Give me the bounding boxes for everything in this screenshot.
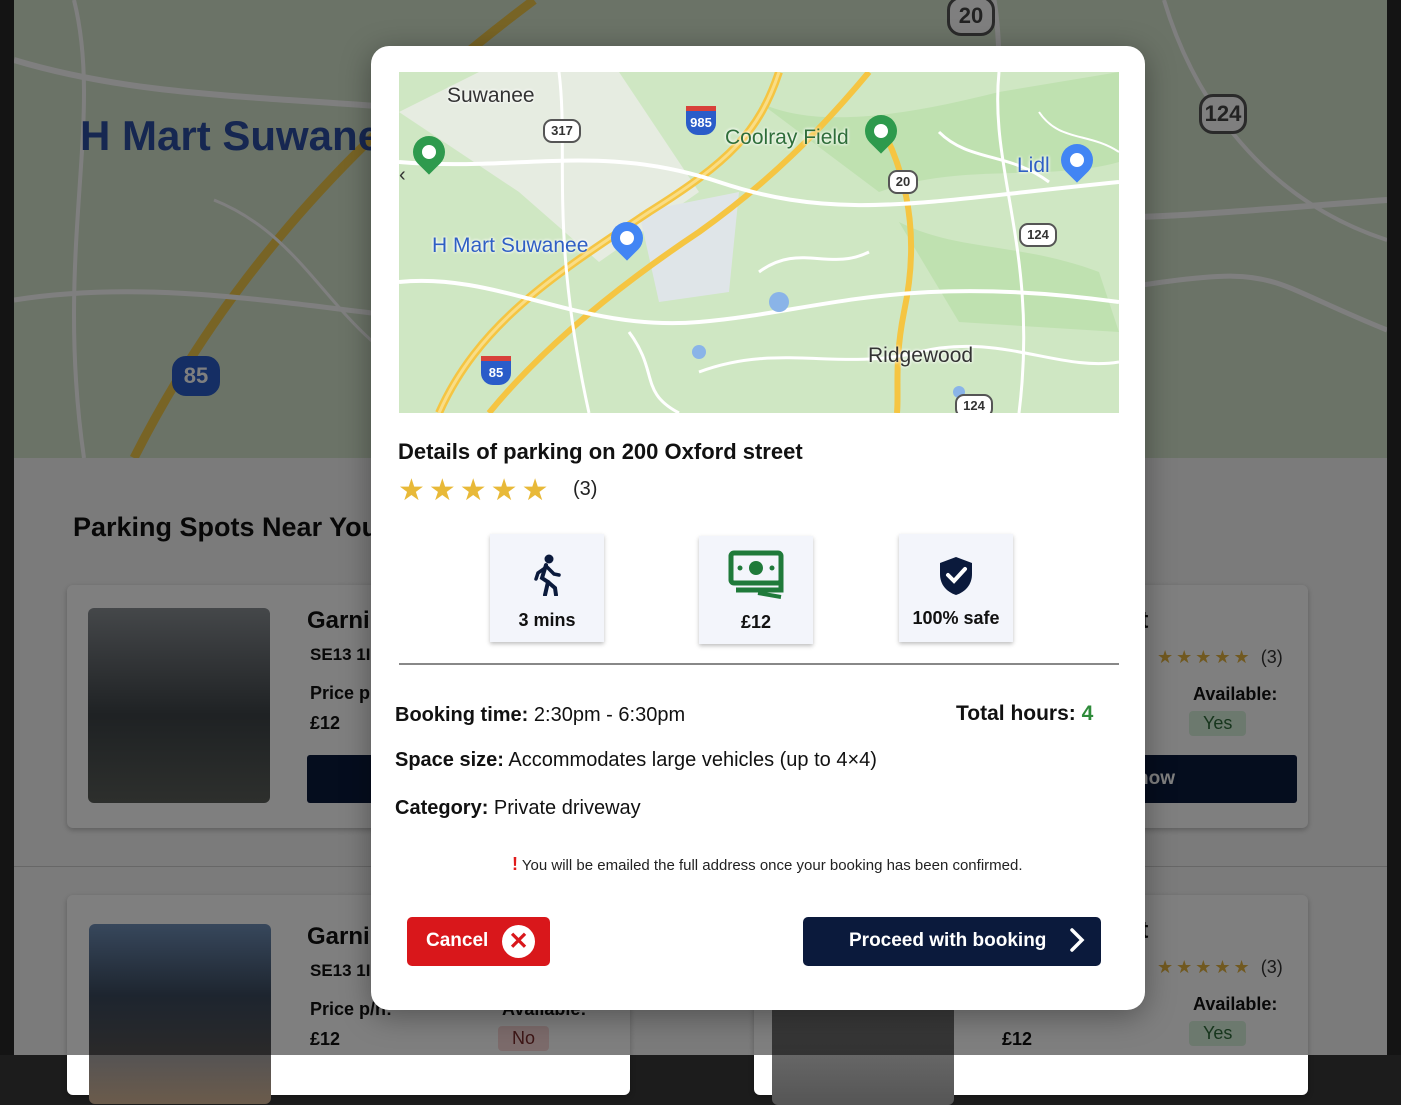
modal-title: Details of parking on 200 Oxford street bbox=[398, 439, 803, 464]
notice-text: You will be emailed the full address onc… bbox=[521, 857, 1023, 874]
booking-time-value: 2:30pm - 6:30pm bbox=[533, 704, 686, 726]
shield-check-icon bbox=[899, 556, 1013, 596]
map-label-h-mart: H Mart Suwanee bbox=[432, 234, 589, 257]
proceed-booking-button[interactable]: Proceed with booking bbox=[803, 917, 1101, 966]
space-size-value: Accommodates large vehicles (up to 4×4) bbox=[508, 749, 877, 771]
frame-edge-right bbox=[1387, 0, 1401, 1055]
frame-edge-left bbox=[0, 0, 14, 1055]
map-prev-arrow[interactable]: ‹ bbox=[399, 164, 406, 187]
address-notice: ! You will be emailed the full address o… bbox=[512, 854, 1023, 875]
road-shield-icon: 124 bbox=[1019, 223, 1057, 247]
exclamation-icon: ! bbox=[512, 854, 518, 874]
interstate-shield-icon: 985 bbox=[686, 106, 716, 135]
booking-time-label: Booking time: bbox=[395, 704, 529, 726]
category: Category: Private driveway bbox=[395, 797, 641, 820]
space-size-label: Space size: bbox=[395, 749, 504, 771]
walking-icon bbox=[490, 554, 604, 596]
section-divider bbox=[399, 663, 1119, 665]
cancel-button[interactable]: Cancel ✕ bbox=[407, 917, 550, 966]
booking-details-modal: ‹ Suwanee Coolray Field Lidl H Mart Suwa… bbox=[371, 46, 1145, 1010]
cash-icon bbox=[699, 550, 813, 600]
close-icon: ✕ bbox=[502, 925, 535, 958]
interstate-shield-icon: 85 bbox=[481, 356, 511, 385]
proceed-button-label: Proceed with booking bbox=[849, 930, 1047, 951]
map-label-coolray-field: Coolray Field bbox=[725, 126, 849, 149]
map-label-ridgewood: Ridgewood bbox=[868, 344, 974, 367]
space-size: Space size: Accommodates large vehicles … bbox=[395, 749, 877, 772]
feature-label: £12 bbox=[740, 612, 772, 632]
review-count: (3) bbox=[573, 478, 598, 500]
feature-label: 100% safe bbox=[912, 608, 1000, 628]
rating-stars-icon: ★★★★★ bbox=[398, 474, 553, 507]
total-hours-label: Total hours: bbox=[956, 702, 1076, 725]
map-label-suwanee: Suwanee bbox=[447, 84, 535, 107]
feature-safety: 100% safe bbox=[899, 534, 1013, 642]
chevron-right-icon bbox=[1069, 927, 1085, 960]
feature-price: £12 bbox=[699, 536, 813, 644]
total-hours-value: 4 bbox=[1081, 702, 1094, 725]
feature-walk-time: 3 mins bbox=[490, 534, 604, 642]
map-label-lidl: Lidl bbox=[1017, 154, 1050, 177]
location-map[interactable]: ‹ Suwanee Coolray Field Lidl H Mart Suwa… bbox=[399, 72, 1119, 413]
cancel-button-label: Cancel bbox=[426, 930, 489, 951]
booking-time: Booking time: 2:30pm - 6:30pm bbox=[395, 704, 685, 727]
total-hours: Total hours: 4 bbox=[956, 702, 1093, 726]
category-label: Category: bbox=[395, 797, 489, 819]
feature-label: 3 mins bbox=[518, 610, 576, 630]
category-value: Private driveway bbox=[493, 797, 641, 819]
road-shield-icon: 20 bbox=[888, 170, 918, 194]
road-shield-icon: 124 bbox=[955, 394, 993, 413]
road-shield-icon: 317 bbox=[543, 119, 581, 143]
